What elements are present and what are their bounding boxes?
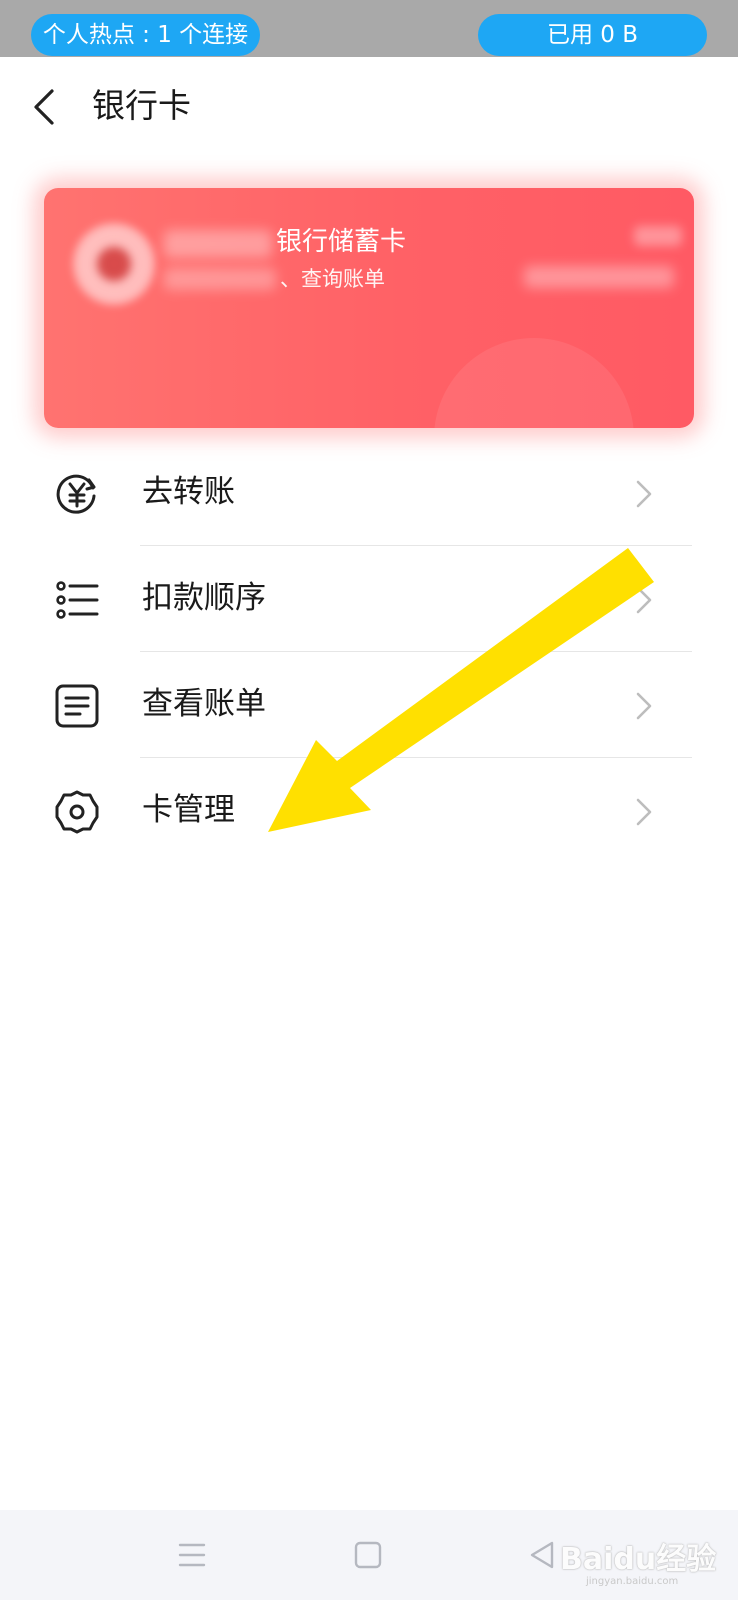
menu-item-card-management[interactable]: 卡管理 [0,758,738,864]
status-bar: 个人热点 : 1 个连接 已用 0 B [0,0,738,57]
card-desc-redacted [164,268,276,290]
back-arrow-icon [34,89,54,125]
home-nav-icon[interactable] [346,1535,390,1575]
chevron-right-icon [636,480,652,508]
menu-item-deduction-order[interactable]: 扣款顺序 [0,546,738,652]
baidu-watermark: Baidu经验 [560,1542,717,1577]
menu-nav-icon[interactable] [170,1535,214,1575]
document-icon [55,684,99,728]
chevron-right-icon [636,798,652,826]
card-watermark-shape [434,338,634,428]
card-name-redacted [164,230,272,258]
navigation-bar: Baidu经验 jingyan.baidu.com [0,1510,738,1600]
menu-item-label: 去转账 [142,474,235,510]
menu-item-view-bill[interactable]: 查看账单 [0,652,738,758]
card-description: 、查询账单 [280,267,385,291]
card-number-redacted [524,266,674,288]
hotspot-indicator[interactable]: 个人热点 : 1 个连接 [31,14,260,56]
menu-item-transfer[interactable]: 去转账 [0,440,738,546]
list-icon [56,581,99,619]
chevron-right-icon [636,692,652,720]
watermark-url: jingyan.baidu.com [586,1576,679,1587]
gear-icon [55,790,99,834]
data-usage-indicator[interactable]: 已用 0 B [478,14,707,56]
menu-item-label: 扣款顺序 [142,580,266,616]
back-button[interactable] [22,75,74,139]
bank-card[interactable]: 银行储蓄卡 、查询账单 [44,188,694,428]
card-number-redacted [634,226,682,246]
menu-item-label: 查看账单 [142,686,266,722]
menu-item-label: 卡管理 [142,792,235,828]
chevron-right-icon [636,586,652,614]
page-title: 银行卡 [92,86,191,125]
yuan-transfer-icon [56,474,96,514]
header: 银行卡 [0,57,738,157]
card-name: 银行储蓄卡 [276,227,407,257]
bank-logo-icon [72,222,156,306]
